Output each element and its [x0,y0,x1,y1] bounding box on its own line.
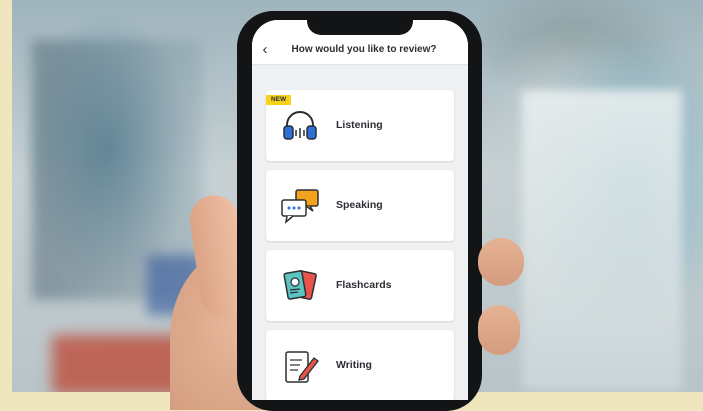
speech-bubbles-icon [281,189,319,224]
option-label: Listening [336,119,383,131]
option-label: Speaking [336,199,383,211]
option-writing[interactable]: Writing [266,330,454,400]
new-badge: NEW [266,95,292,105]
phone-notch [307,20,413,35]
blurred-building-right [522,90,682,390]
finger [478,305,520,355]
back-button[interactable]: ‹ [256,42,274,58]
page-title: How would you like to review? [291,44,437,55]
option-flashcards[interactable]: Flashcards [266,250,454,321]
flashcards-icon [283,270,317,300]
option-speaking[interactable]: Speaking [266,170,454,241]
left-border [0,0,12,392]
writing-pencil-icon [285,351,319,383]
headphones-icon [283,111,317,140]
option-label: Writing [336,359,372,371]
option-listening[interactable]: NEW Listening [266,90,454,161]
option-label: Flashcards [336,279,392,291]
phone-screen: ‹ How would you like to review? NEW List… [252,20,468,400]
finger [478,238,524,286]
